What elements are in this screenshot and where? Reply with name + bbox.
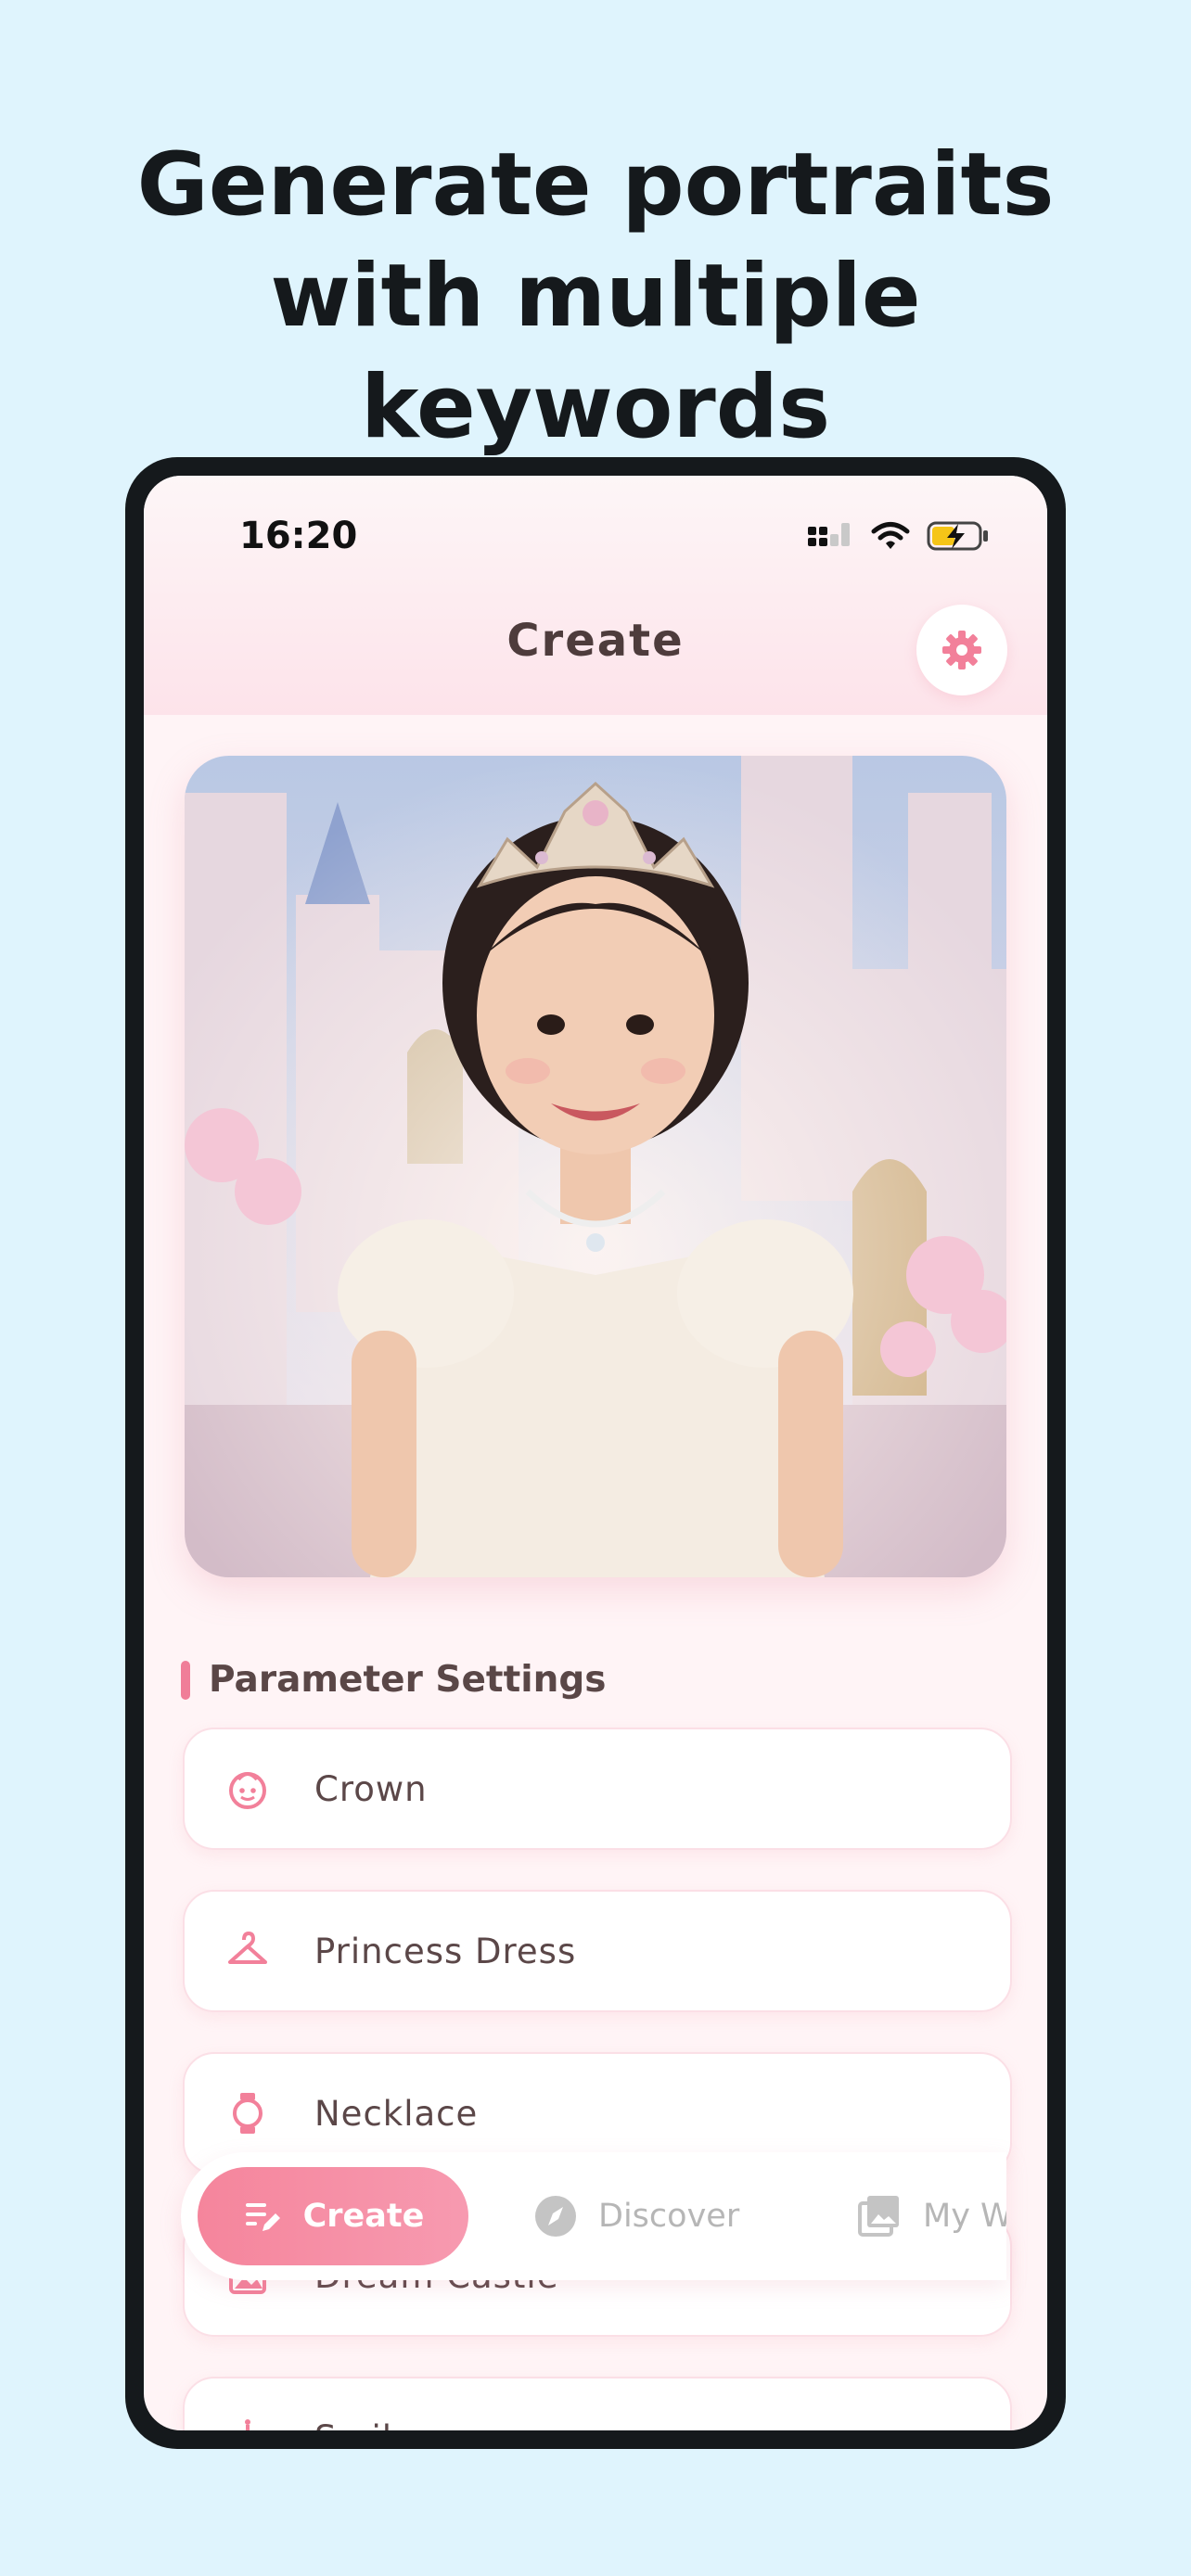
portrait-image[interactable] bbox=[185, 756, 1006, 1577]
page-title: Create bbox=[506, 615, 685, 667]
compass-icon bbox=[535, 2196, 576, 2237]
portrait-illustration bbox=[185, 756, 1006, 1577]
bottom-tab-bar: Create Discover My Works bbox=[181, 2152, 1006, 2280]
section-accent-bar bbox=[181, 1660, 190, 1700]
tab-create[interactable]: Create bbox=[198, 2167, 468, 2265]
tab-my-works[interactable]: My Works bbox=[858, 2167, 1006, 2265]
parameter-label: Smile bbox=[314, 2418, 415, 2431]
parameter-label: Crown bbox=[314, 1768, 428, 1809]
signal-icon bbox=[808, 523, 850, 546]
parameter-label: Princess Dress bbox=[314, 1931, 577, 1971]
tab-label-my-works: My Works bbox=[923, 2198, 1006, 2235]
tab-discover[interactable]: Discover bbox=[533, 2167, 739, 2265]
parameter-section-title: Parameter Settings bbox=[209, 1659, 607, 1701]
headline-line-1: Generate portraits bbox=[136, 134, 1055, 236]
status-time: 16:20 bbox=[239, 515, 358, 557]
parameter-label: Necklace bbox=[314, 2093, 479, 2134]
settings-button[interactable] bbox=[916, 605, 1007, 695]
phone-screen: 16:20 Create Parameter Settings Crown Pr… bbox=[144, 476, 1047, 2430]
battery-charging-icon bbox=[927, 521, 988, 551]
tab-label-discover: Discover bbox=[598, 2198, 740, 2235]
status-icons bbox=[806, 520, 990, 552]
gear-icon bbox=[942, 631, 981, 670]
wifi-icon bbox=[871, 522, 910, 549]
parameter-item-crown[interactable]: Crown bbox=[183, 1728, 1012, 1850]
headline-line-2: with multiple bbox=[270, 246, 921, 347]
cake-icon bbox=[222, 2412, 274, 2430]
parameter-item-princess-dress[interactable]: Princess Dress bbox=[183, 1890, 1012, 2012]
hanger-icon bbox=[222, 1925, 274, 1977]
gallery-icon bbox=[858, 2196, 899, 2237]
parameter-section-header: Parameter Settings bbox=[181, 1659, 607, 1701]
watch-icon bbox=[222, 2087, 274, 2139]
headline-line-3: keywords bbox=[360, 357, 831, 458]
parameter-item-smile[interactable]: Smile bbox=[183, 2377, 1012, 2430]
promo-headline: Generate portraits with multiple keyword… bbox=[0, 130, 1191, 464]
top-bar: 16:20 Create bbox=[144, 476, 1047, 715]
edit-icon bbox=[245, 2203, 280, 2231]
face-icon bbox=[222, 1763, 274, 1815]
tab-label-create: Create bbox=[302, 2198, 425, 2235]
